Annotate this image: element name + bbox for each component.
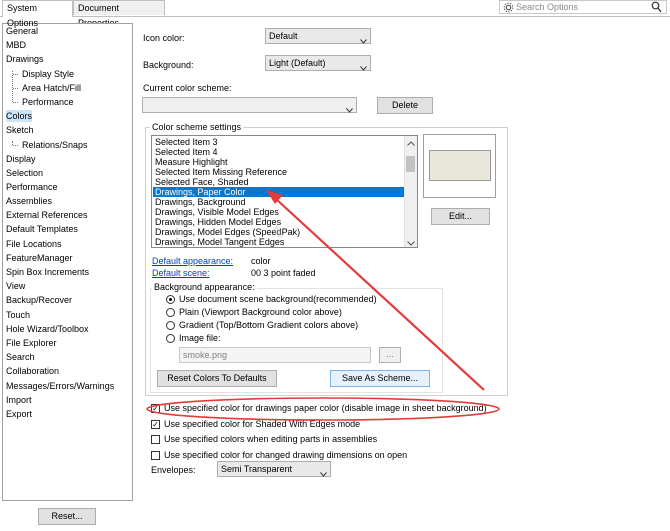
tab-label: System Options — [7, 3, 39, 28]
annotation-arrow-line — [275, 198, 485, 391]
annotation-ellipse — [146, 397, 500, 421]
tab-system-options[interactable]: System Options — [2, 0, 73, 28]
annotation-overlay — [146, 190, 500, 421]
